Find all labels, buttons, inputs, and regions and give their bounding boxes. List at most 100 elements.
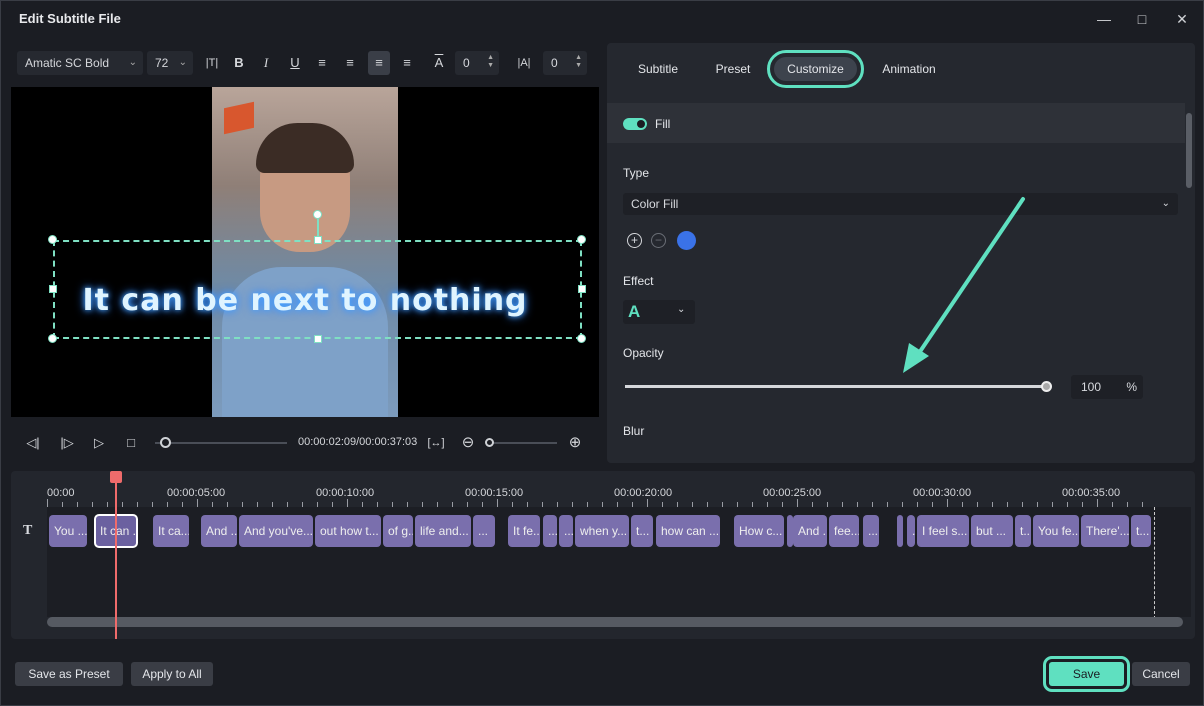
properties-panel: Subtitle Preset Customize Animation Fill… [607, 43, 1195, 463]
ruler-tick-label: 00:00:35:00 [1062, 487, 1121, 499]
zoom-in-icon[interactable]: ⊕ [565, 433, 585, 453]
subtitle-clip[interactable]: when y... [575, 515, 629, 547]
previous-frame-icon[interactable]: ◁| [23, 433, 43, 453]
stepper-arrows-icon[interactable]: ▲ ▼ [575, 54, 582, 70]
video-preview[interactable]: It can be next to nothing [11, 87, 599, 417]
playhead[interactable] [110, 471, 122, 639]
play-icon[interactable]: ▷ [89, 433, 109, 453]
playback-controls: ◁| |▷ ▷ □ 00:00:02:09/00:00:37:03 [↔] ⊖ … [11, 425, 599, 461]
align-justify-icon[interactable]: ≡ [396, 51, 418, 75]
resize-handle[interactable] [48, 334, 57, 343]
line-height-icon[interactable]: |A| [513, 51, 535, 75]
subtitle-clip[interactable]: but ... [971, 515, 1013, 547]
zoom-slider-track[interactable] [487, 442, 557, 444]
subtitle-clip[interactable]: And ... [201, 515, 237, 547]
subtitle-clip[interactable]: ... [543, 515, 557, 547]
subtitle-clip[interactable]: t... [1015, 515, 1031, 547]
stop-icon[interactable]: □ [121, 433, 141, 453]
resize-handle[interactable] [48, 235, 57, 244]
subtitle-clip[interactable]: How c... [734, 515, 784, 547]
subtitle-clip[interactable]: of g... [383, 515, 413, 547]
text-track-icon: T [23, 523, 33, 538]
subtitle-clip[interactable]: You ... [49, 515, 87, 547]
line-height-value: 0 [551, 56, 558, 70]
minimize-icon[interactable]: — [1091, 7, 1117, 31]
stepper-arrows-icon[interactable]: ▲ ▼ [487, 54, 494, 70]
fit-icon[interactable]: [↔] [426, 433, 446, 453]
baseline-icon[interactable]: A [428, 51, 450, 75]
font-select[interactable]: Amatic SC Bold ⌄ [17, 51, 143, 75]
ruler-tick-label: 00:00:05:00 [167, 487, 226, 499]
ruler-tick-mark [1097, 499, 1098, 507]
subtitle-clip[interactable]: You fe... [1033, 515, 1079, 547]
subtitle-clip[interactable]: And you've... [239, 515, 313, 547]
subtitle-clip[interactable]: It ca... [153, 515, 189, 547]
next-frame-icon[interactable]: |▷ [57, 433, 77, 453]
subtitle-clip[interactable]: ... [863, 515, 879, 547]
resize-handle[interactable] [577, 235, 586, 244]
subtitle-clip[interactable]: There'... [1081, 515, 1129, 547]
ruler-tick-label: 00:00:25:00 [763, 487, 822, 499]
rotate-handle[interactable] [313, 210, 322, 219]
subtitle-clip[interactable]: how can ... [656, 515, 720, 547]
subtitle-clip[interactable]: And ... [793, 515, 827, 547]
dialog-title: Edit Subtitle File [19, 11, 121, 26]
italic-icon[interactable]: I [255, 51, 277, 75]
resize-handle[interactable] [578, 285, 586, 293]
timeline-ruler[interactable]: 00:00 00:00:05:00 00:00:10:00 00:00:15:00 00… [47, 471, 1195, 507]
zoom-out-icon[interactable]: ⊖ [458, 433, 478, 453]
edit-subtitle-dialog: Edit Subtitle File — □ ✕ Amatic SC Bold … [0, 0, 1204, 706]
playback-progress-knob[interactable] [160, 437, 171, 448]
resize-handle[interactable] [314, 236, 322, 244]
subtitle-clip[interactable]: ... [907, 515, 915, 547]
subtitle-clip[interactable]: I feel s... [917, 515, 969, 547]
text-spacing-icon[interactable]: |T| [201, 51, 223, 75]
subtitle-clip[interactable]: ... [473, 515, 495, 547]
subtitle-clip[interactable]: It fe... [508, 515, 540, 547]
ruler-tick-mark [797, 499, 798, 507]
playback-progress-track[interactable] [155, 442, 287, 444]
line-height-stepper[interactable]: 0 ▲ ▼ [543, 51, 587, 75]
ruler-tick-label: 00:00 [47, 487, 75, 499]
font-size-value: 72 [155, 56, 169, 70]
close-icon[interactable]: ✕ [1169, 7, 1195, 31]
align-right-icon[interactable]: ≡ [339, 51, 361, 75]
resize-handle[interactable] [314, 335, 322, 343]
spacing-stepper[interactable]: 0 ▲ ▼ [455, 51, 499, 75]
zoom-slider-knob[interactable] [485, 438, 494, 447]
timecode: 00:00:02:09/00:00:37:03 [298, 436, 418, 448]
spacing-value: 0 [463, 56, 470, 70]
watermark-logo [224, 101, 254, 135]
resize-handle[interactable] [49, 285, 57, 293]
video-frame-hair [256, 123, 354, 173]
subtitle-clip[interactable]: life and... [415, 515, 471, 547]
ruler-tick-label: 00:00:15:00 [465, 487, 524, 499]
subtitle-clip[interactable]: ... [897, 515, 903, 547]
font-select-value: Amatic SC Bold [25, 56, 110, 70]
annotation-arrow [903, 197, 1025, 373]
subtitle-clip[interactable]: ... [559, 515, 573, 547]
ruler-tick-label: 00:00:10:00 [316, 487, 375, 499]
subtitle-clip[interactable]: t... [631, 515, 653, 547]
maximize-icon[interactable]: □ [1129, 7, 1155, 31]
align-left-icon[interactable]: ≡ [311, 51, 333, 75]
timeline-scrollbar[interactable] [47, 617, 1183, 627]
ruler-tick-mark [947, 499, 948, 507]
text-toolbar: Amatic SC Bold ⌄ 72 ⌄ |T| B I U ≡ ≡ ≡ ≡ … [11, 49, 601, 77]
subtitle-clip[interactable]: out how t... [315, 515, 381, 547]
resize-handle[interactable] [577, 334, 586, 343]
bold-icon[interactable]: B [228, 51, 250, 75]
subtitle-clip[interactable]: fee... [829, 515, 859, 547]
underline-icon[interactable]: U [284, 51, 306, 75]
subtitle-clip[interactable]: t... [1131, 515, 1151, 547]
align-center-icon[interactable]: ≡ [368, 51, 390, 75]
chevron-down-icon: ⌄ [178, 57, 187, 68]
ruler-tick-mark [47, 499, 48, 507]
subtitle-bounding-box[interactable] [53, 240, 582, 339]
save-button[interactable]: Save [1043, 656, 1130, 692]
cancel-button[interactable]: Cancel [1132, 662, 1190, 686]
ruler-tick-mark [197, 499, 198, 507]
font-size-select[interactable]: 72 ⌄ [147, 51, 193, 75]
save-as-preset-button[interactable]: Save as Preset [15, 662, 123, 686]
apply-to-all-button[interactable]: Apply to All [131, 662, 213, 686]
